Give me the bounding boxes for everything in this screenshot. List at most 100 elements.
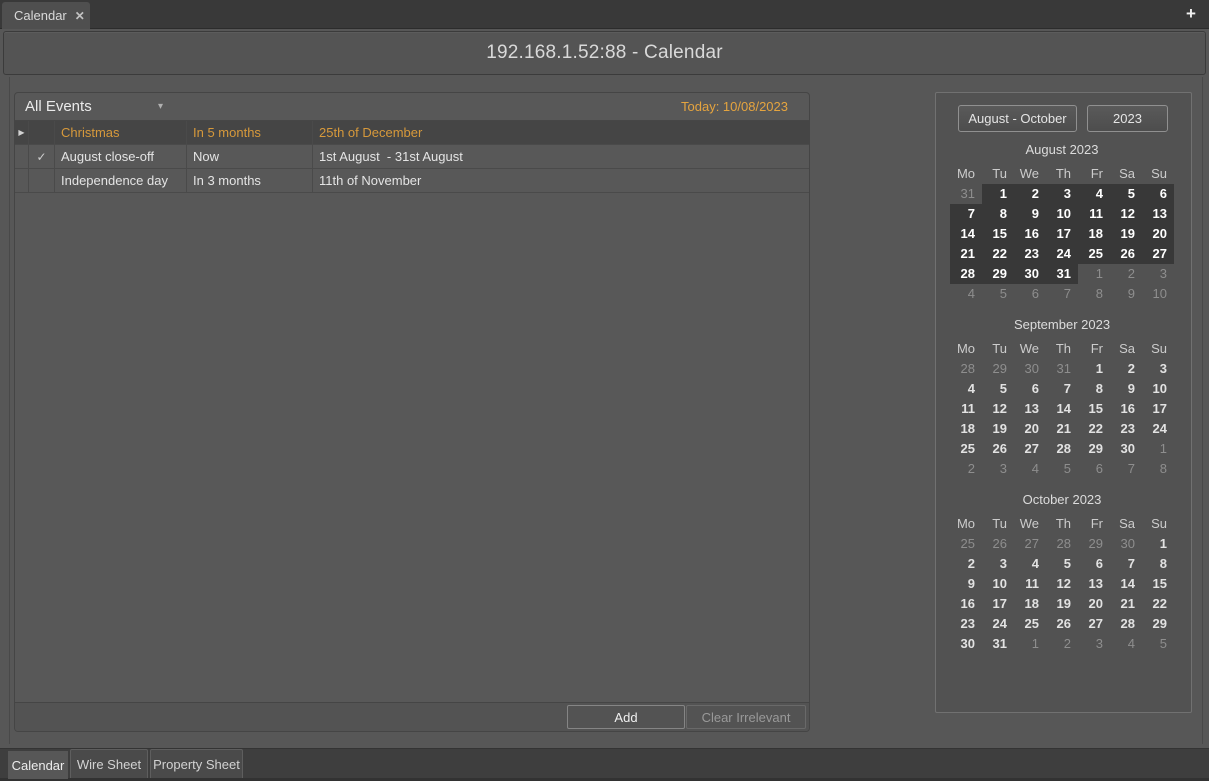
day-cell[interactable]: 26 (982, 534, 1014, 554)
day-cell[interactable]: 28 (950, 359, 982, 379)
day-cell[interactable]: 4 (1110, 634, 1142, 654)
day-cell[interactable]: 2 (1110, 359, 1142, 379)
bottom-tab-property-sheet[interactable]: Property Sheet (150, 749, 243, 779)
day-cell[interactable]: 3 (982, 459, 1014, 479)
day-cell[interactable]: 12 (982, 399, 1014, 419)
day-cell[interactable]: 17 (1046, 224, 1078, 244)
day-cell[interactable]: 10 (1046, 204, 1078, 224)
day-cell[interactable]: 22 (1142, 594, 1174, 614)
day-cell[interactable]: 30 (1014, 359, 1046, 379)
day-cell[interactable]: 10 (1142, 284, 1174, 304)
day-cell[interactable]: 17 (1142, 399, 1174, 419)
day-cell[interactable]: 3 (1046, 184, 1078, 204)
day-cell[interactable]: 6 (1078, 459, 1110, 479)
day-cell[interactable]: 4 (950, 379, 982, 399)
day-cell[interactable]: 28 (1046, 534, 1078, 554)
day-cell[interactable]: 8 (982, 204, 1014, 224)
day-cell[interactable]: 15 (982, 224, 1014, 244)
day-cell[interactable]: 30 (1014, 264, 1046, 284)
month-range-button[interactable]: August - October (958, 105, 1077, 132)
bottom-tab-wire-sheet[interactable]: Wire Sheet (70, 749, 148, 779)
close-tab-icon[interactable]: ✕ (75, 9, 85, 23)
day-cell[interactable]: 9 (950, 574, 982, 594)
day-cell[interactable]: 28 (1110, 614, 1142, 634)
day-cell[interactable]: 1 (1078, 359, 1110, 379)
day-cell[interactable]: 18 (1078, 224, 1110, 244)
day-cell[interactable]: 6 (1142, 184, 1174, 204)
day-cell[interactable]: 19 (1110, 224, 1142, 244)
day-cell[interactable]: 29 (1078, 534, 1110, 554)
day-cell[interactable]: 5 (1046, 554, 1078, 574)
day-cell[interactable]: 16 (1014, 224, 1046, 244)
day-cell[interactable]: 16 (950, 594, 982, 614)
day-cell[interactable]: 1 (1142, 439, 1174, 459)
event-filter-dropdown[interactable]: All Events ▾ (25, 98, 165, 115)
day-cell[interactable]: 28 (1046, 439, 1078, 459)
day-cell[interactable]: 2 (1014, 184, 1046, 204)
day-cell[interactable]: 27 (1078, 614, 1110, 634)
day-cell[interactable]: 1 (1078, 264, 1110, 284)
day-cell[interactable]: 2 (1110, 264, 1142, 284)
day-cell[interactable]: 12 (1110, 204, 1142, 224)
day-cell[interactable]: 17 (982, 594, 1014, 614)
day-cell[interactable]: 13 (1014, 399, 1046, 419)
day-cell[interactable]: 22 (982, 244, 1014, 264)
day-cell[interactable]: 2 (1046, 634, 1078, 654)
day-cell[interactable]: 30 (950, 634, 982, 654)
day-cell[interactable]: 28 (950, 264, 982, 284)
top-tab-calendar[interactable]: Calendar ✕ (2, 2, 90, 29)
day-cell[interactable]: 31 (950, 184, 982, 204)
day-cell[interactable]: 31 (1046, 264, 1078, 284)
day-cell[interactable]: 6 (1014, 284, 1046, 304)
day-cell[interactable]: 26 (982, 439, 1014, 459)
day-cell[interactable]: 9 (1110, 379, 1142, 399)
day-cell[interactable]: 29 (982, 264, 1014, 284)
day-cell[interactable]: 27 (1014, 534, 1046, 554)
day-cell[interactable]: 9 (1110, 284, 1142, 304)
day-cell[interactable]: 21 (1046, 419, 1078, 439)
day-cell[interactable]: 7 (1110, 459, 1142, 479)
day-cell[interactable]: 3 (1078, 634, 1110, 654)
day-cell[interactable]: 2 (950, 459, 982, 479)
day-cell[interactable]: 23 (950, 614, 982, 634)
day-cell[interactable]: 27 (1014, 439, 1046, 459)
day-cell[interactable]: 1 (1014, 634, 1046, 654)
day-cell[interactable]: 10 (982, 574, 1014, 594)
day-cell[interactable]: 24 (1046, 244, 1078, 264)
day-cell[interactable]: 18 (950, 419, 982, 439)
day-cell[interactable]: 26 (1046, 614, 1078, 634)
day-cell[interactable]: 29 (1142, 614, 1174, 634)
day-cell[interactable]: 4 (950, 284, 982, 304)
day-cell[interactable]: 13 (1142, 204, 1174, 224)
day-cell[interactable]: 19 (1046, 594, 1078, 614)
add-button[interactable]: Add (567, 705, 685, 729)
day-cell[interactable]: 1 (1142, 534, 1174, 554)
day-cell[interactable]: 7 (1046, 379, 1078, 399)
day-cell[interactable]: 2 (950, 554, 982, 574)
day-cell[interactable]: 31 (1046, 359, 1078, 379)
day-cell[interactable]: 8 (1078, 379, 1110, 399)
day-cell[interactable]: 8 (1078, 284, 1110, 304)
day-cell[interactable]: 6 (1078, 554, 1110, 574)
day-cell[interactable]: 5 (1142, 634, 1174, 654)
event-row[interactable]: ✓August close-offNow1st August - 31st Au… (15, 145, 809, 169)
day-cell[interactable]: 25 (950, 439, 982, 459)
day-cell[interactable]: 11 (1078, 204, 1110, 224)
day-cell[interactable]: 24 (1142, 419, 1174, 439)
day-cell[interactable]: 16 (1110, 399, 1142, 419)
day-cell[interactable]: 15 (1078, 399, 1110, 419)
event-row[interactable]: ▶ChristmasIn 5 months25th of December (15, 121, 809, 145)
day-cell[interactable]: 23 (1014, 244, 1046, 264)
day-cell[interactable]: 25 (1078, 244, 1110, 264)
day-cell[interactable]: 13 (1078, 574, 1110, 594)
day-cell[interactable]: 20 (1142, 224, 1174, 244)
day-cell[interactable]: 4 (1014, 459, 1046, 479)
day-cell[interactable]: 14 (1046, 399, 1078, 419)
day-cell[interactable]: 29 (982, 359, 1014, 379)
day-cell[interactable]: 21 (950, 244, 982, 264)
event-row[interactable]: Independence dayIn 3 months11th of Novem… (15, 169, 809, 193)
day-cell[interactable]: 5 (982, 379, 1014, 399)
day-cell[interactable]: 25 (950, 534, 982, 554)
day-cell[interactable]: 15 (1142, 574, 1174, 594)
day-cell[interactable]: 25 (1014, 614, 1046, 634)
